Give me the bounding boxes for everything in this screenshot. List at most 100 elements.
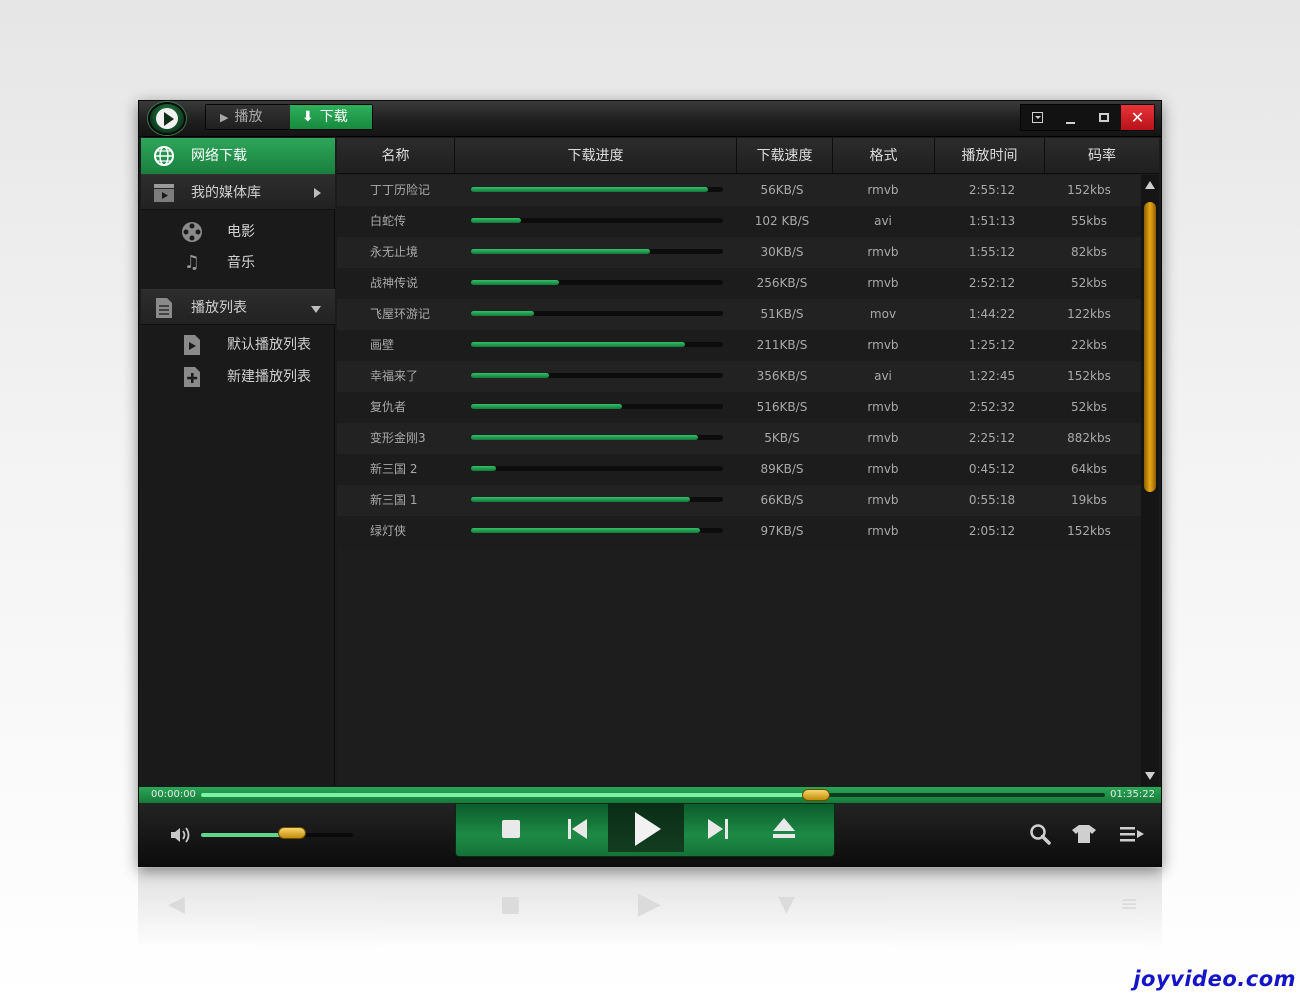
row-duration: 1:55:12	[968, 245, 1016, 259]
window-reflection: ◀ ■ ▶ ▼ ≡	[138, 868, 1162, 948]
header-format[interactable]: 格式	[833, 138, 935, 174]
table-row[interactable]: 战神传说 256KB/S rmvb 2:52:12 52kbs	[337, 268, 1141, 299]
reflection-play-icon: ▶	[638, 886, 662, 921]
menu-dropdown-button[interactable]	[1021, 105, 1054, 130]
progress-fill	[471, 497, 691, 502]
table-row[interactable]: 幸福来了 356KB/S avi 1:22:45 152kbs	[337, 361, 1141, 392]
search-icon[interactable]	[1027, 823, 1053, 850]
playlist-menu-icon[interactable]	[1119, 823, 1145, 850]
progress-fill	[471, 187, 708, 192]
header-duration[interactable]: 播放时间	[935, 138, 1045, 174]
table-row[interactable]: 白蛇传 102 KB/S avi 1:51:13 55kbs	[337, 206, 1141, 237]
seek-knob[interactable]	[801, 789, 830, 801]
progress-fill	[471, 528, 701, 533]
play-file-icon	[181, 334, 203, 356]
row-format: rmvb	[867, 462, 899, 476]
progress-fill	[471, 373, 550, 378]
row-duration: 2:05:12	[968, 524, 1016, 538]
total-time: 01:35:22	[1110, 789, 1155, 800]
clapperboard-icon	[153, 182, 175, 204]
table-row[interactable]: 新三国 1 66KB/S rmvb 0:55:18 19kbs	[337, 485, 1141, 516]
progress-fill	[471, 342, 686, 347]
table-row[interactable]: 飞屋环游记 51KB/S mov 1:44:22 122kbs	[337, 299, 1141, 330]
table-row[interactable]: 丁丁历险记 56KB/S rmvb 2:55:12 152kbs	[337, 175, 1141, 206]
sidebar-label: 网络下载	[191, 148, 247, 164]
next-button[interactable]	[708, 819, 728, 839]
previous-button[interactable]	[568, 819, 588, 839]
minimize-icon	[1066, 122, 1075, 124]
player-window: ▶ 播放 ⬇ 下载 ✕ 网络下载 我的媒体库 电影 ♫ 音乐 播放列表 默认播放…	[138, 100, 1162, 867]
control-bar	[139, 803, 1161, 866]
row-speed: 5KB/S	[764, 431, 800, 445]
row-duration: 2:25:12	[968, 431, 1016, 445]
table-row[interactable]: 复仇者 516KB/S rmvb 2:52:32 52kbs	[337, 392, 1141, 423]
volume-icon[interactable]	[169, 825, 193, 845]
row-duration: 0:55:18	[968, 493, 1016, 507]
row-bitrate: 55kbs	[1070, 214, 1108, 228]
sidebar-item-playlists[interactable]: 播放列表	[141, 289, 335, 325]
row-speed: 356KB/S	[756, 369, 808, 383]
row-name: 画壁	[370, 338, 395, 352]
volume-knob[interactable]	[278, 827, 307, 839]
row-bitrate: 152kbs	[1067, 183, 1111, 197]
row-format: mov	[869, 307, 897, 321]
row-format: rmvb	[867, 493, 899, 507]
play-icon	[635, 812, 661, 846]
title-bar: ▶ 播放 ⬇ 下载 ✕	[139, 101, 1161, 137]
sidebar-label: 新建播放列表	[227, 369, 311, 385]
eject-button[interactable]	[773, 818, 795, 840]
download-table: 名称 下载进度 下载速度 格式 播放时间 码率 丁丁历险记 56KB/S rmvb 2…	[337, 138, 1159, 786]
close-button[interactable]: ✕	[1121, 105, 1154, 130]
row-progress-bar	[471, 528, 723, 533]
tab-play[interactable]: ▶ 播放	[206, 105, 290, 129]
reflection-volume-icon: ◀	[168, 892, 185, 917]
seek-track[interactable]	[201, 793, 1105, 797]
volume-track[interactable]	[201, 833, 353, 837]
row-format: rmvb	[867, 400, 899, 414]
row-duration: 0:45:12	[968, 462, 1016, 476]
table-row[interactable]: 永无止境 30KB/S rmvb 1:55:12 82kbs	[337, 237, 1141, 268]
table-row[interactable]: 画壁 211KB/S rmvb 1:25:12 22kbs	[337, 330, 1141, 361]
music-note-icon: ♫	[183, 252, 201, 273]
row-progress-bar	[471, 466, 723, 471]
sidebar-item-network-download[interactable]: 网络下载	[141, 138, 335, 174]
row-progress-bar	[471, 497, 723, 502]
tab-download[interactable]: ⬇ 下载	[290, 105, 372, 129]
row-progress-bar	[471, 435, 723, 440]
row-duration: 1:44:22	[968, 307, 1016, 321]
minimize-button[interactable]	[1054, 105, 1087, 130]
sidebar-label: 我的媒体库	[191, 185, 261, 201]
scroll-thumb[interactable]	[1144, 202, 1156, 492]
seek-played	[201, 793, 816, 797]
progress-fill	[471, 435, 698, 440]
seek-bar[interactable]: 00:00:00 01:35:22	[139, 787, 1161, 803]
progress-fill	[471, 466, 497, 471]
play-button[interactable]	[608, 804, 684, 852]
vertical-scrollbar[interactable]	[1141, 175, 1159, 786]
header-name[interactable]: 名称	[337, 138, 455, 174]
play-small-icon: ▶	[220, 111, 229, 124]
maximize-button[interactable]	[1087, 105, 1120, 130]
window-controls: ✕	[1020, 104, 1155, 131]
skin-shirt-icon[interactable]	[1071, 823, 1097, 850]
sidebar-item-media-library[interactable]: 我的媒体库	[141, 174, 335, 210]
collapse-arrow-icon	[311, 306, 321, 313]
table-row[interactable]: 变形金刚3 5KB/S rmvb 2:25:12 882kbs	[337, 423, 1141, 454]
header-bitrate[interactable]: 码率	[1045, 138, 1159, 174]
expand-arrow-icon	[314, 188, 321, 198]
row-bitrate: 122kbs	[1067, 307, 1111, 321]
scroll-up-icon[interactable]	[1145, 181, 1155, 189]
scroll-down-icon[interactable]	[1145, 772, 1155, 780]
table-row[interactable]: 新三国 2 89KB/S rmvb 0:45:12 64kbs	[337, 454, 1141, 485]
row-name: 飞屋环游记	[370, 307, 431, 321]
row-format: avi	[874, 369, 892, 383]
globe-icon	[153, 145, 175, 167]
row-speed: 66KB/S	[760, 493, 804, 507]
header-speed[interactable]: 下载速度	[737, 138, 833, 174]
dropdown-icon	[1032, 112, 1043, 123]
stop-button[interactable]	[502, 820, 520, 838]
reflection-menu-icon: ≡	[1120, 892, 1139, 917]
sidebar-label: 音乐	[227, 255, 255, 271]
header-progress[interactable]: 下载进度	[455, 138, 737, 174]
table-row[interactable]: 绿灯侠 97KB/S rmvb 2:05:12 152kbs	[337, 516, 1141, 547]
